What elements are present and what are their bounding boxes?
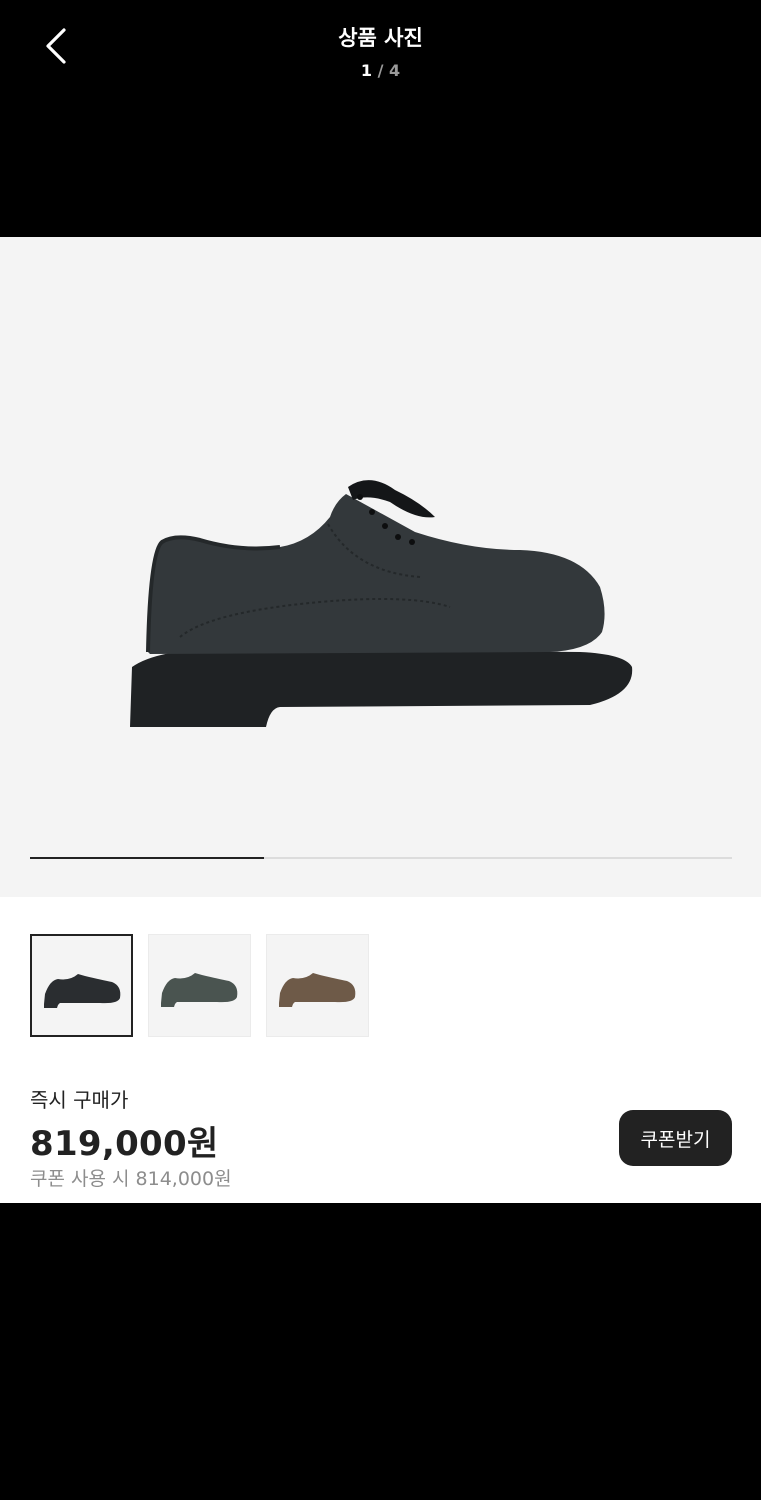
get-coupon-button[interactable]: 쿠폰받기	[619, 1110, 732, 1166]
thumbnail-shoe-shape	[161, 973, 238, 1007]
thumbnail-strip	[30, 934, 369, 1037]
price-value: 819,000원	[30, 1124, 219, 1164]
instant-price-label: 즉시 구매가	[30, 1088, 129, 1112]
gallery-progress-track	[30, 857, 732, 859]
top-bar: 상품 사진 1 / 4	[0, 0, 761, 237]
product-info-panel: 즉시 구매가 819,000원 쿠폰 사용 시 814,000원 쿠폰받기	[0, 897, 761, 1203]
thumbnail-shoe-image	[44, 974, 121, 1008]
counter-separator: /	[372, 61, 389, 80]
thumbnail-3[interactable]	[266, 934, 369, 1037]
bottom-area	[0, 1203, 761, 1500]
gallery-progress-fill	[30, 857, 264, 859]
image-counter: 1 / 4	[0, 61, 761, 80]
thumbnail-shoe-image	[161, 973, 238, 1007]
total-pages: 4	[388, 61, 401, 80]
thumbnail-2[interactable]	[148, 934, 251, 1037]
thumbnail-shoe-image	[279, 973, 356, 1007]
thumbnail-shoe-shape	[44, 974, 121, 1008]
thumbnail-1[interactable]	[30, 934, 133, 1037]
current-page: 1	[360, 61, 372, 80]
product-image-viewer[interactable]	[0, 237, 761, 897]
page-title: 상품 사진	[338, 26, 423, 50]
product-photo	[130, 480, 633, 727]
thumbnail-shoe-shape	[279, 973, 356, 1007]
coupon-price-text: 쿠폰 사용 시 814,000원	[30, 1168, 232, 1190]
